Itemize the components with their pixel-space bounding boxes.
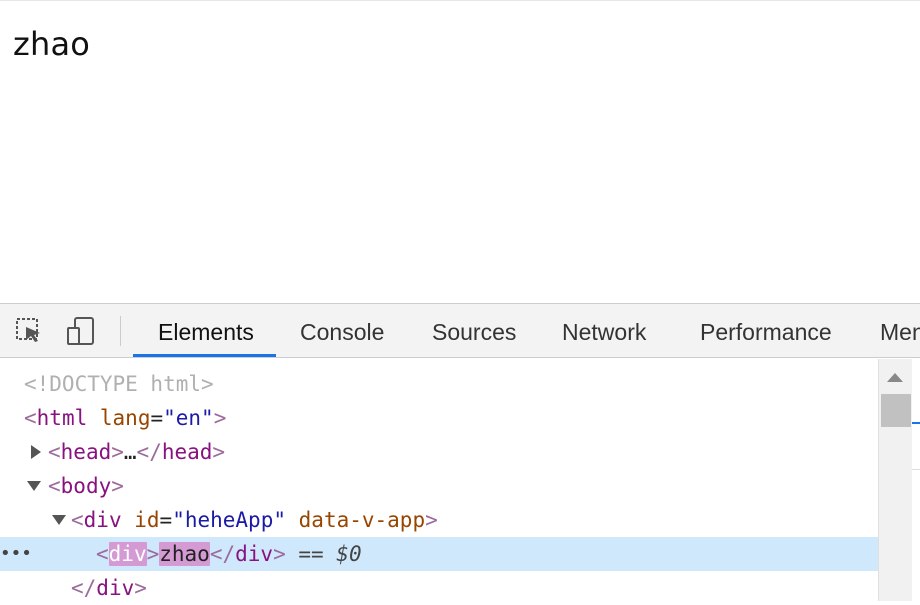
- head-collapsed-ellipsis: …: [123, 440, 137, 464]
- expand-caret-down-icon[interactable]: [52, 515, 66, 525]
- div-zhao-open-gt: >: [146, 542, 160, 566]
- tab-performance[interactable]: Performance: [700, 304, 832, 357]
- toolbar-separator: [120, 316, 121, 346]
- side-panel-divider: [912, 469, 920, 470]
- device-toolbar-icon[interactable]: [66, 316, 96, 346]
- tab-memory-truncated[interactable]: Men: [880, 304, 920, 357]
- div-app-open-lt: <: [71, 508, 84, 532]
- head-close-gt: >: [212, 440, 226, 464]
- div-app-attr-id: id: [134, 508, 160, 532]
- page-content-text: zhao: [13, 25, 91, 63]
- div-app-attr-id-value: "heheApp": [172, 508, 286, 532]
- selected-node-marker: == $0: [298, 542, 362, 566]
- elements-dom-tree: <!DOCTYPE html> <html lang="en"> <head>……: [0, 359, 878, 601]
- scroll-up-arrow-icon[interactable]: [887, 373, 903, 382]
- div-app-open-gt: >: [425, 508, 438, 532]
- html-attr-lang-value: "en": [163, 406, 214, 430]
- tab-network[interactable]: Network: [562, 304, 646, 357]
- html-tag-name: html: [36, 406, 88, 430]
- div-close-tag-name: div: [96, 576, 135, 600]
- dom-node-div-heheapp[interactable]: <div id="heheApp" data-v-app>: [0, 503, 878, 537]
- head-close-tag-name: head: [161, 440, 213, 464]
- div-close-gt: >: [134, 576, 147, 600]
- div-close-lt: </: [71, 576, 97, 600]
- html-attr-eq: =: [150, 406, 164, 430]
- more-actions-dots-icon[interactable]: •••: [0, 537, 32, 571]
- tab-sources[interactable]: Sources: [432, 304, 516, 357]
- inspect-element-icon[interactable]: [14, 316, 44, 346]
- dom-node-doctype[interactable]: <!DOCTYPE html>: [0, 367, 878, 401]
- div-zhao-text-content: zhao: [159, 542, 210, 566]
- doctype-text: <!DOCTYPE html>: [24, 372, 214, 396]
- div-zhao-open-lt: <: [96, 542, 109, 566]
- tab-console[interactable]: Console: [300, 304, 384, 357]
- scrollbar-thumb[interactable]: [881, 394, 911, 427]
- head-open-gt: >: [111, 440, 124, 464]
- devtools-panel: Elements Console Sources Network Perform…: [0, 303, 920, 601]
- body-open-lt: <: [48, 474, 61, 498]
- div-zhao-tag-name-highlighted: div: [108, 542, 147, 566]
- dom-tree-scrollbar[interactable]: [878, 359, 912, 601]
- html-open-gt: >: [213, 406, 227, 430]
- body-tag-name: body: [60, 474, 112, 498]
- head-close-lt: </: [136, 440, 162, 464]
- head-open-lt: <: [48, 440, 61, 464]
- expand-caret-down-icon[interactable]: [27, 481, 41, 491]
- html-attr-lang: lang: [99, 406, 151, 430]
- side-panel-tab-indicator: [912, 422, 920, 424]
- dom-node-html[interactable]: <html lang="en">: [0, 401, 878, 435]
- div-app-tag-name: div: [83, 508, 122, 532]
- active-tab-indicator: [133, 354, 276, 357]
- dom-node-body[interactable]: <body>: [0, 469, 878, 503]
- dom-node-div-zhao-selected[interactable]: ••• <div>zhao</div> == $0: [0, 537, 878, 571]
- div-app-attr-data-v-app: data-v-app: [298, 508, 426, 532]
- div-zhao-close-lt: </: [209, 542, 236, 566]
- body-open-gt: >: [111, 474, 124, 498]
- div-app-attr-eq: =: [159, 508, 173, 532]
- head-tag-name: head: [60, 440, 112, 464]
- dom-node-head[interactable]: <head>…</head>: [0, 435, 878, 469]
- div-zhao-close-gt: >: [273, 542, 286, 566]
- styles-side-panel-edge: [912, 359, 920, 601]
- devtools-toolbar: Elements Console Sources Network Perform…: [0, 304, 920, 358]
- div-zhao-close-tag-name: div: [235, 542, 274, 566]
- html-open-lt: <: [24, 406, 37, 430]
- tab-elements[interactable]: Elements: [158, 304, 254, 357]
- expand-caret-right-icon[interactable]: [31, 445, 41, 459]
- page-viewport: zhao: [0, 0, 920, 303]
